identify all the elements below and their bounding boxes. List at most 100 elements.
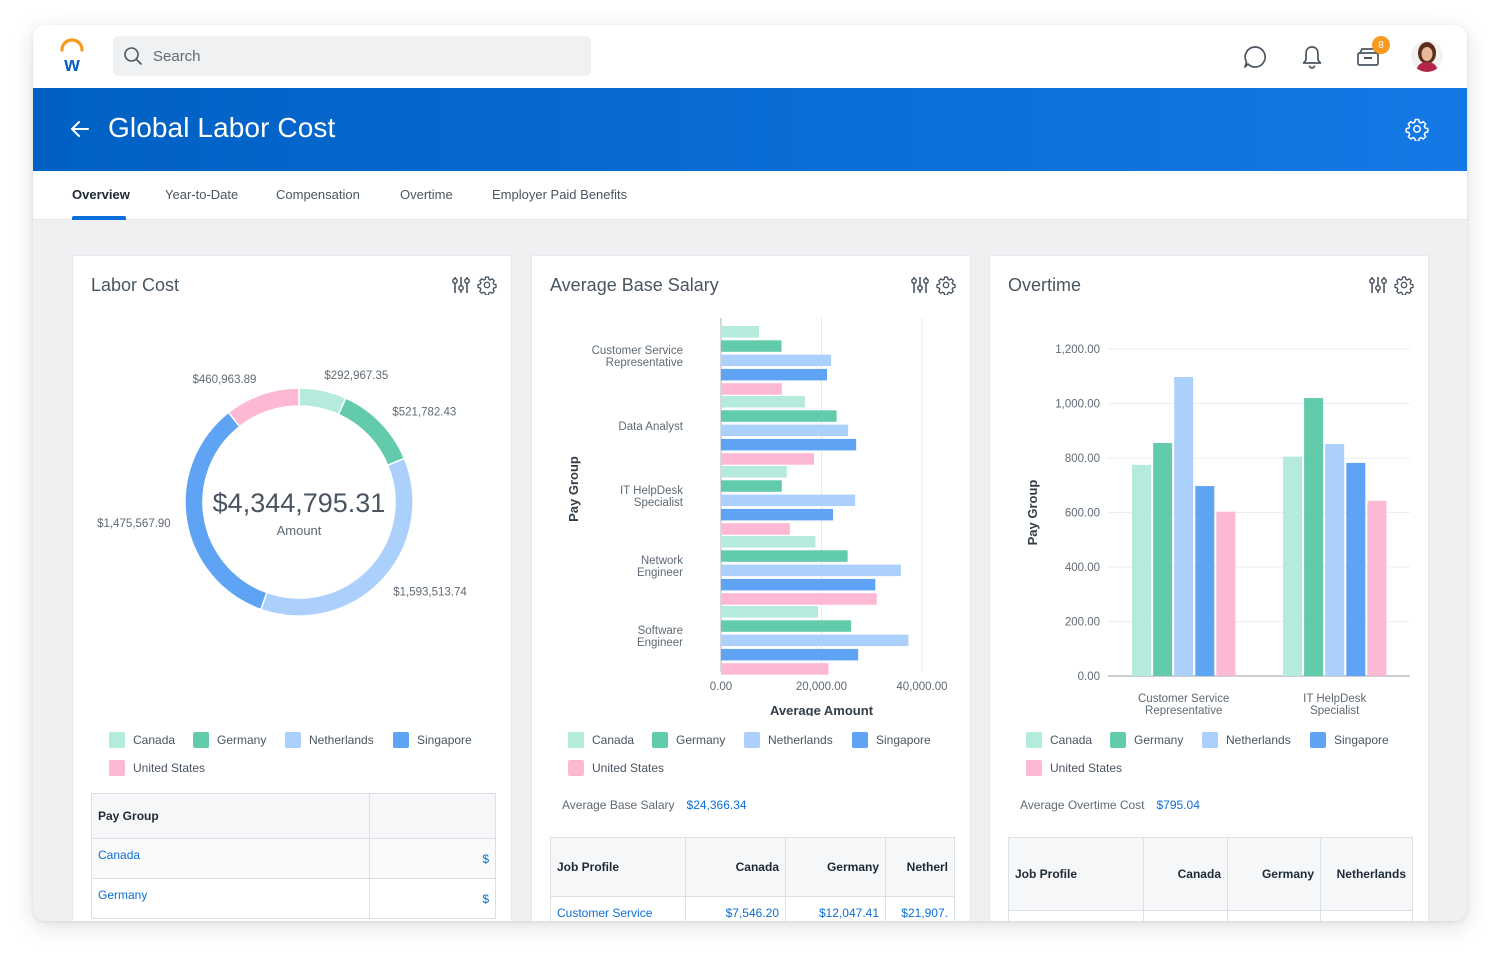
overtime-bar-chart: 0.00 200.00 400.00 600.00 800.00 1,000.00 1,20… [1025,344,1410,716]
x-category-label: Representative [1145,705,1222,716]
settings-gear-icon[interactable] [1405,117,1429,141]
netherlands-value[interactable]: $21,907. [885,896,955,921]
summary-value[interactable]: $795.04 [1157,798,1200,812]
legend-swatch [1026,760,1042,776]
avatar-image [1411,40,1443,72]
legend-item-canada[interactable]: Canada [568,732,634,748]
bar-united-states-data-analyst [721,453,814,465]
amount-cell[interactable]: $ [369,878,496,919]
inbox-button[interactable]: 8 [1354,36,1390,71]
summary-label: Average Base Salary [562,798,675,812]
search-input[interactable]: Search [113,36,591,76]
table-row: Canada $ [91,838,496,879]
bar-singapore-customer-service-representative [1195,486,1215,676]
filter-sliders-icon[interactable] [451,275,471,295]
x-tick-label: 0.00 [710,681,732,693]
bar-netherlands-customer-service-representative [1174,377,1194,676]
legend-swatch [393,732,409,748]
legend-item-singapore[interactable]: Singapore [393,732,472,748]
tab-overtime[interactable]: Overtime [400,187,453,202]
pay-group-link[interactable]: Germany [91,878,370,919]
legend-swatch [1026,732,1042,748]
filter-sliders-icon[interactable] [910,275,930,295]
y-tick-label: 1,000.00 [1055,399,1100,411]
average-base-salary-summary: Average Base Salary $24,366.34 [562,798,747,812]
back-arrow-icon[interactable] [69,118,91,140]
donut-data-label: $521,782.43 [392,407,456,419]
bar-canada-software-engineer [721,606,818,618]
legend-item-germany[interactable]: Germany [193,732,266,748]
donut-center-label: Amount [277,523,322,538]
column-header-netherlands: Netherl [885,837,955,897]
labor-cost-donut-chart: $292,967.35 $521,782.43 $1,593,513.74 $1,47… [97,370,467,617]
tab-overview[interactable]: Overview [72,187,130,202]
amount-cell[interactable]: $ [369,838,496,879]
column-header-canada: Canada [685,837,786,897]
pay-group-link[interactable]: Canada [91,838,370,879]
y-tick-label: 0.00 [1078,671,1100,683]
job-profile-link[interactable]: Customer Service [550,896,686,921]
legend-item-singapore[interactable]: Singapore [852,732,931,748]
donut-slice-canada [298,387,347,416]
notifications-button[interactable] [1298,43,1326,71]
bar-united-states-customer-service-representative [721,383,782,395]
card-settings-gear-icon[interactable] [1394,275,1414,296]
workday-logo[interactable]: w [57,38,87,74]
bar-germany-it-helpdesk-specialist [721,480,782,492]
card-settings-gear-icon[interactable] [936,275,956,296]
legend-item-united-states[interactable]: United States [568,760,664,776]
summary-value[interactable]: $24,366.34 [687,798,747,812]
bar-netherlands-customer-service-representative [721,354,832,367]
card-title: Labor Cost [91,275,180,295]
card-settings-gear-icon[interactable] [477,275,497,296]
legend-item-united-states[interactable]: United States [109,760,205,776]
bar-germany-network-engineer [721,550,848,562]
empty-cell [1143,910,1228,921]
legend-swatch [285,732,301,748]
job-profile-table: Job Profile Canada Germany Netherl Custo… [550,837,955,921]
germany-value[interactable]: $12,047.41 [785,896,886,921]
table-row: Germany $ [91,878,496,919]
canada-value[interactable]: $7,546.20 [685,896,786,921]
legend-swatch [568,760,584,776]
bar-canada-data-analyst [721,396,805,408]
filter-sliders-icon[interactable] [1368,275,1388,295]
legend-item-netherlands[interactable]: Netherlands [285,732,374,748]
legend-item-canada[interactable]: Canada [1026,732,1092,748]
tab-compensation[interactable]: Compensation [276,187,360,202]
legend-item-canada[interactable]: Canada [109,732,175,748]
tab-year-to-date[interactable]: Year-to-Date [165,187,238,202]
tab-employer-paid-benefits[interactable]: Employer Paid Benefits [492,187,627,202]
donut-center-value: $4,344,795.31 [213,488,386,518]
y-category-label: Customer Service [592,345,683,357]
user-avatar[interactable] [1411,40,1443,72]
legend-label: Canada [133,733,176,747]
card-title: Average Base Salary [550,275,719,295]
chat-button[interactable] [1241,43,1269,71]
y-axis-title: Pay Group [566,456,581,522]
average-base-salary-card: Average Base Salary 0.00 20,000.00 40,000.… [531,255,971,921]
legend-swatch [193,732,209,748]
bar-singapore-it-helpdesk-specialist [721,508,834,521]
bar-canada-customer-service-representative [721,326,759,338]
legend-item-germany[interactable]: Germany [652,732,725,748]
y-tick-label: 1,200.00 [1055,344,1100,356]
y-tick-label: 200.00 [1065,617,1100,629]
legend-label: Canada [592,733,635,747]
bar-germany-data-analyst [721,410,837,422]
y-category-label: Software [638,625,683,637]
legend-item-netherlands[interactable]: Netherlands [744,732,833,748]
legend-item-germany[interactable]: Germany [1110,732,1183,748]
legend-label: Singapore [417,733,472,747]
bar-united-states-it-helpdesk-specialist [721,523,790,535]
legend-swatch [568,732,584,748]
legend-item-singapore[interactable]: Singapore [1310,732,1389,748]
legend-swatch [1310,732,1326,748]
job-profile-table: Job Profile Canada Germany Netherlands [1008,837,1413,921]
bar-united-states-it-helpdesk-specialist [1367,500,1387,676]
legend-item-netherlands[interactable]: Netherlands [1202,732,1291,748]
bar-united-states-customer-service-representative [1216,511,1236,676]
y-category-label: Data Analyst [618,421,683,433]
legend-label: United States [592,761,665,775]
legend-item-united-states[interactable]: United States [1026,760,1122,776]
